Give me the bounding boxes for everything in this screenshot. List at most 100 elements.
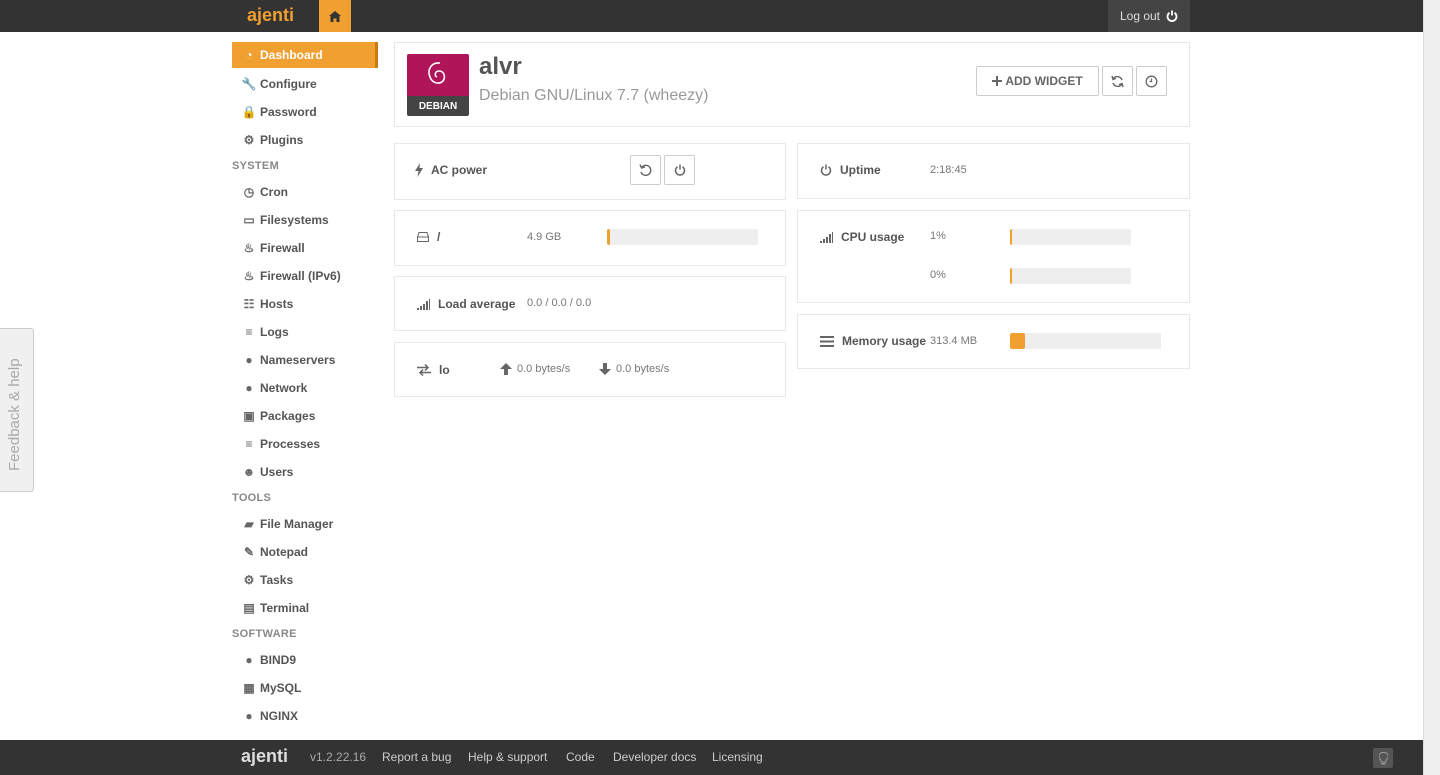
edit-icon: ✎: [243, 545, 255, 559]
arrow-up-icon: [500, 363, 512, 375]
sitemap-icon: ☷: [243, 297, 255, 311]
cpu-core-fill: [1010, 229, 1013, 245]
signal-icon: [417, 298, 430, 310]
sidebar-item-tasks[interactable]: ⚙ Tasks: [232, 566, 378, 594]
shutdown-button[interactable]: [664, 155, 695, 185]
ac-power-widget: AC power: [394, 143, 786, 200]
sidebar-item-label: Cron: [260, 185, 288, 199]
sidebar-item-label: File Manager: [260, 517, 334, 531]
power-icon: [674, 164, 685, 176]
cog-icon: ⚙: [243, 573, 255, 587]
help-support-link[interactable]: Help & support: [468, 750, 547, 764]
sidebar-item-label: Plugins: [260, 133, 304, 147]
exchange-icon: [417, 364, 431, 376]
code-link[interactable]: Code: [566, 750, 595, 764]
home-button[interactable]: [319, 0, 351, 32]
footer-brand: ajenti: [241, 746, 289, 766]
sidebar-section-title: TOOLS: [232, 492, 272, 504]
sidebar-item-users[interactable]: ☻ Users: [232, 458, 378, 486]
sidebar-item-bind9[interactable]: ● BIND9: [232, 646, 378, 674]
hdd-icon: ▭: [243, 213, 255, 227]
sidebar-item-label: Firewall (IPv6): [260, 269, 341, 283]
cpu-usage-label: CPU usage: [841, 230, 905, 244]
arrow-down-icon: [599, 363, 611, 375]
load-average-label: Load average: [438, 297, 516, 311]
memory-usage-label: Memory usage: [842, 334, 927, 348]
disk-usage-fill: [607, 229, 611, 245]
disk-widget: / 4.9 GB: [394, 210, 786, 266]
sidebar-item-terminal[interactable]: ▤ Terminal: [232, 594, 378, 622]
sidebar-item-firewall[interactable]: ♨ Firewall: [232, 234, 378, 262]
sidebar-item-label: Hosts: [260, 297, 294, 311]
reboot-button[interactable]: [630, 155, 661, 185]
sidebar-item-label: Users: [260, 465, 294, 479]
sidebar-item-label: Tasks: [260, 573, 294, 587]
add-widget-button[interactable]: ADD WIDGET: [976, 66, 1099, 96]
sidebar-item-label: Configure: [260, 77, 317, 91]
cpu-core-bar: [1010, 229, 1131, 245]
sidebar-item-filesystems[interactable]: ▭ Filesystems: [232, 206, 378, 234]
undo-icon: [639, 163, 652, 176]
sidebar-item-cron[interactable]: ◷ Cron: [232, 178, 378, 206]
cpu-core-bar: [1010, 268, 1131, 284]
top-bar: ajenti Log out: [0, 0, 1423, 32]
download-rate: 0.0 bytes/s: [616, 363, 670, 375]
debian-swirl-icon: [428, 62, 446, 84]
bolt-icon: [415, 163, 423, 177]
clock-icon: ◷: [243, 185, 255, 199]
signal-icon: [820, 231, 833, 243]
clock-icon: [1145, 75, 1158, 87]
sidebar-item-label: Network: [260, 381, 308, 395]
cpu-core-value: 0%: [930, 269, 946, 281]
add-widget-label: ADD WIDGET: [1005, 74, 1083, 88]
sidebar-item-mysql[interactable]: ▦ MySQL: [232, 674, 378, 702]
page-scrollbar[interactable]: [1423, 0, 1440, 775]
sidebar-item-configure[interactable]: 🔧 Configure: [232, 70, 378, 98]
upload-rate: 0.0 bytes/s: [517, 363, 571, 375]
licensing-link[interactable]: Licensing: [712, 750, 763, 764]
sidebar-item-notepad[interactable]: ✎ Notepad: [232, 538, 378, 566]
settings-button[interactable]: [1136, 66, 1167, 96]
brand-logo[interactable]: ajenti: [247, 5, 294, 26]
folder-open-icon: ▰: [244, 517, 254, 531]
developer-docs-link[interactable]: Developer docs: [613, 750, 696, 764]
sidebar-item-plugins[interactable]: ⚙ Plugins: [232, 126, 378, 154]
feedback-tab[interactable]: Feedback & help: [0, 328, 34, 492]
network-widget: lo 0.0 bytes/s 0.0 bytes/s: [394, 342, 786, 397]
sidebar-item-packages[interactable]: ▣ Packages: [232, 402, 378, 430]
globe-icon: ●: [245, 353, 253, 367]
sidebar-item-logs[interactable]: ≡ Logs: [232, 318, 378, 346]
power-icon: [820, 164, 832, 176]
cpu-core-value: 1%: [930, 230, 946, 242]
sidebar-item-label: NGINX: [260, 709, 299, 723]
sidebar-item-label: Notepad: [260, 545, 308, 559]
tasks-icon: [820, 335, 834, 347]
wrench-icon: 🔧: [241, 77, 257, 91]
globe-icon: ●: [245, 381, 253, 395]
sidebar: ◔ Dashboard 🔧 Configure 🔒 Password ⚙ Plugins SYS…: [232, 42, 378, 730]
sidebar-item-nameservers[interactable]: ● Nameservers: [232, 346, 378, 374]
debian-logo-label: DEBIAN: [407, 96, 469, 116]
sidebar-item-file-manager[interactable]: ▰ File Manager: [232, 510, 378, 538]
debian-logo: DEBIAN: [407, 54, 469, 116]
logout-button[interactable]: Log out: [1108, 0, 1190, 32]
globe-icon: ●: [245, 653, 253, 667]
home-icon: [329, 10, 341, 22]
sidebar-item-processes[interactable]: ≡ Processes: [232, 430, 378, 458]
report-bug-link[interactable]: Report a bug: [382, 750, 451, 764]
sidebar-item-nginx[interactable]: ● NGINX: [232, 702, 378, 730]
sidebar-item-network[interactable]: ● Network: [232, 374, 378, 402]
cpu-usage-widget: CPU usage 1% 0%: [797, 210, 1190, 303]
lightbulb-button[interactable]: [1373, 748, 1393, 768]
sidebar-item-label: Password: [260, 105, 317, 119]
sidebar-item-firewall-ipv6[interactable]: ♨ Firewall (IPv6): [232, 262, 378, 290]
sidebar-item-password[interactable]: 🔒 Password: [232, 98, 378, 126]
feedback-label: Feedback & help: [6, 358, 23, 471]
sidebar-item-dashboard[interactable]: ◔ Dashboard: [232, 42, 378, 68]
sidebar-item-hosts[interactable]: ☷ Hosts: [232, 290, 378, 318]
disk-mount-label: /: [437, 230, 441, 244]
ac-power-label: AC power: [431, 163, 488, 177]
memory-usage-fill: [1010, 333, 1026, 349]
sidebar-item-label: Filesystems: [260, 213, 329, 227]
refresh-button[interactable]: [1102, 66, 1133, 96]
